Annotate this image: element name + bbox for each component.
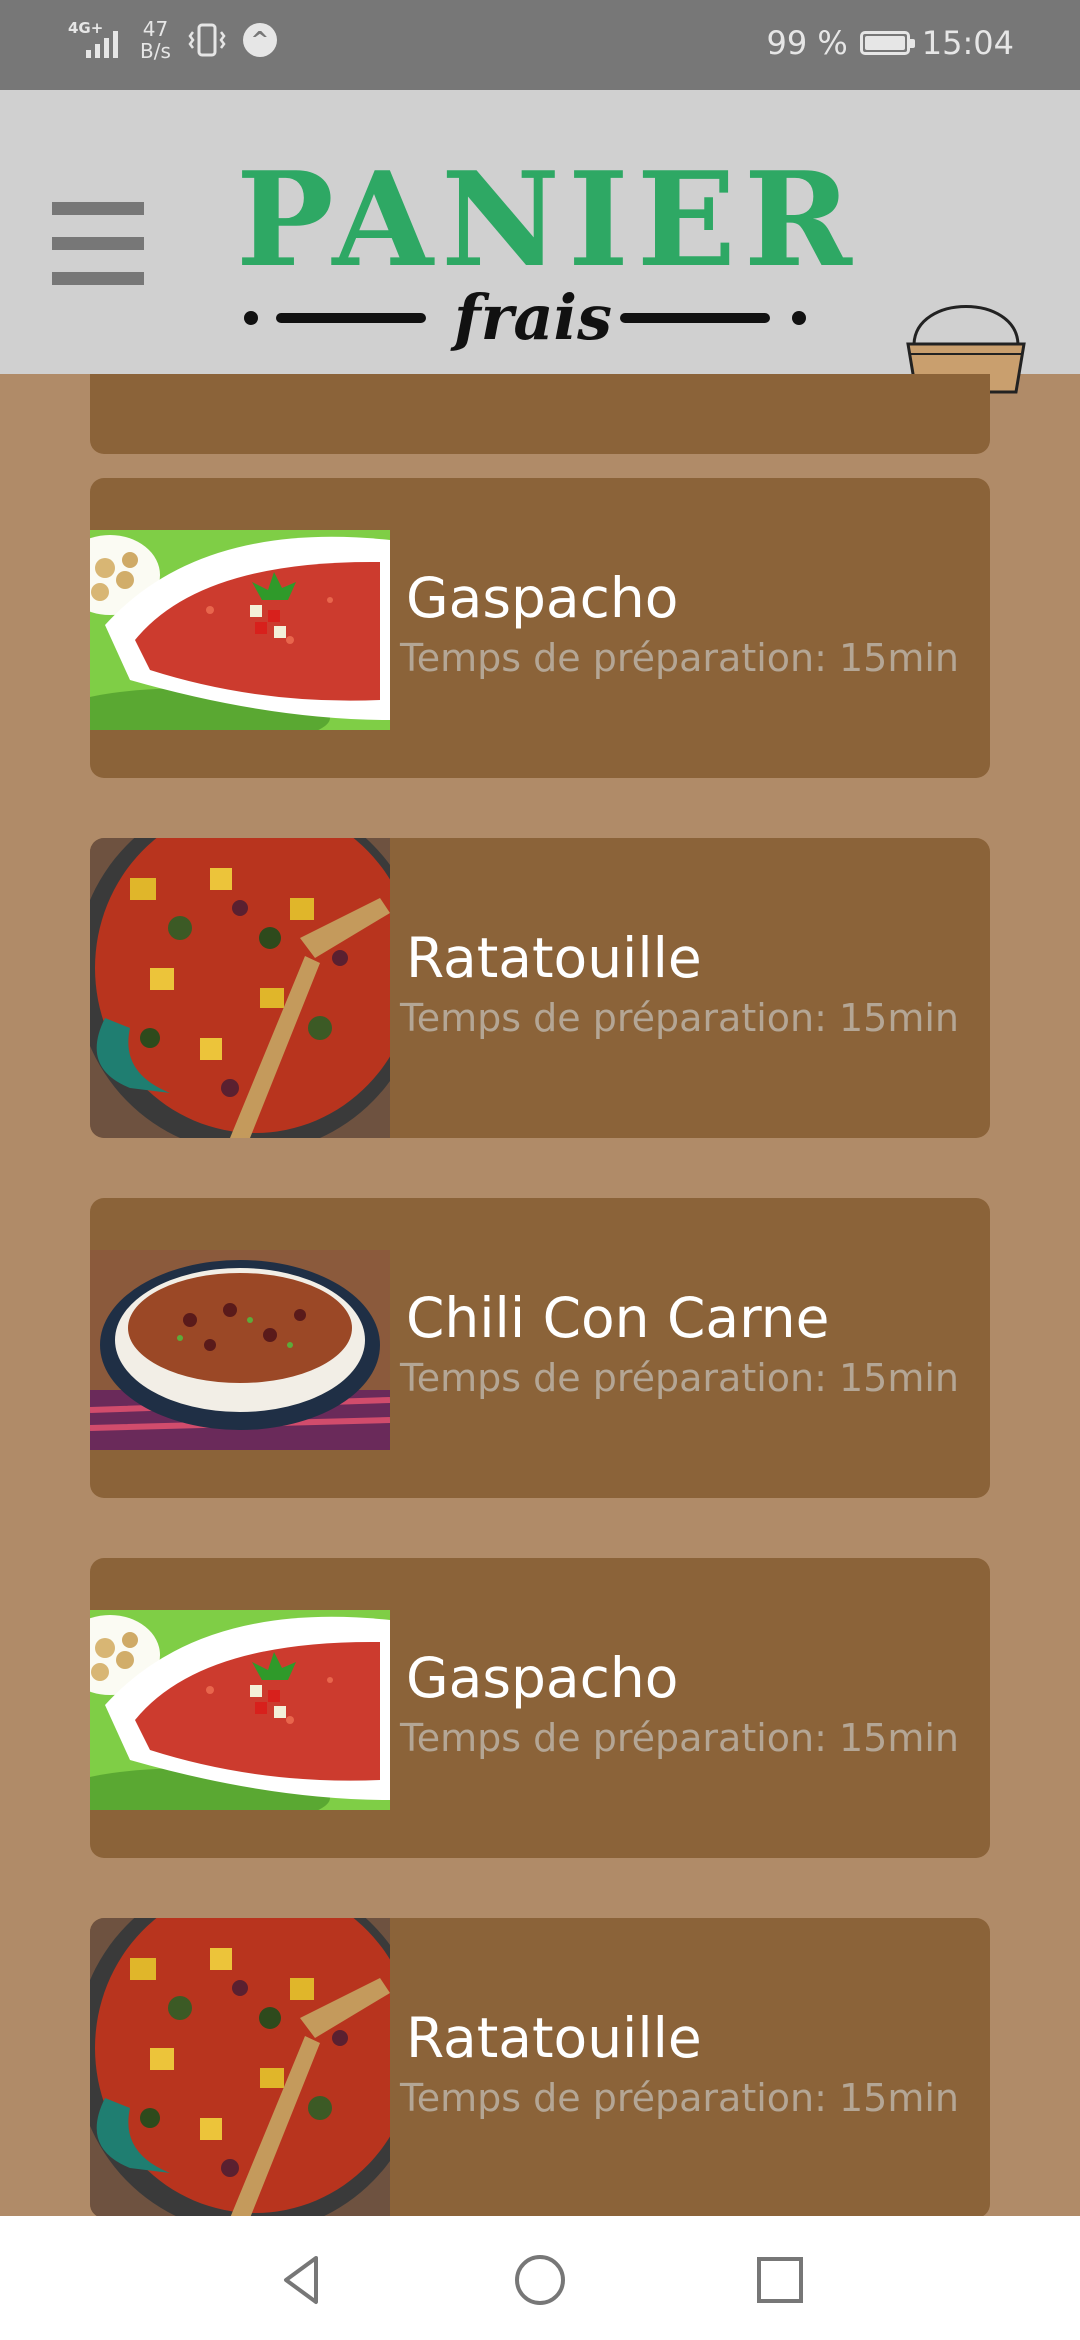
recipe-card[interactable]: Gaspacho Temps de préparation: 15min <box>90 1558 990 1858</box>
battery-percent: 99 % <box>766 24 848 62</box>
status-bar: 4G+ 47 B/s ^ 99 % 15:04 <box>0 0 1080 90</box>
clock: 15:04 <box>921 24 1014 62</box>
recipe-name: Gaspacho <box>406 566 679 630</box>
recipe-image <box>90 1918 390 2216</box>
battery-icon <box>859 31 915 55</box>
recipe-name: Ratatouille <box>406 926 702 990</box>
recents-square-icon[interactable] <box>750 2250 810 2310</box>
app-header: PANIER frais <box>0 90 1080 394</box>
recipe-image <box>90 1250 390 1450</box>
recipe-prep-time: Temps de préparation: 15min <box>400 1716 960 1760</box>
recipe-card[interactable]: Ratatouille Temps de préparation: 15min <box>90 838 990 1138</box>
home-circle-icon[interactable] <box>510 2250 570 2310</box>
vibrate-icon <box>188 23 226 57</box>
recipe-prep-time: Temps de préparation: 15min <box>400 996 960 1040</box>
recipe-card[interactable]: Gaspacho Temps de préparation: 15min <box>90 478 990 778</box>
recipe-card[interactable]: Chili Con Carne Temps de préparation: 15… <box>90 1198 990 1498</box>
recipe-list[interactable]: Gaspacho Temps de préparation: 15min Rat… <box>0 374 1080 2216</box>
app-notification-icon: ^ <box>242 23 277 57</box>
recipe-prep-time: Temps de préparation: 15min <box>400 636 960 680</box>
recipe-name: Ratatouille <box>406 2006 702 2070</box>
network-speed: 47 B/s <box>140 17 171 63</box>
logo-title: PANIER <box>236 143 860 296</box>
recipe-image <box>90 1610 390 1810</box>
hamburger-menu-icon[interactable] <box>52 202 144 298</box>
system-nav-bar <box>0 2216 1080 2340</box>
recipe-prep-time: Temps de préparation: 15min <box>400 1356 960 1400</box>
recipe-card[interactable] <box>90 374 990 454</box>
recipe-name: Gaspacho <box>406 1646 679 1710</box>
recipe-card[interactable]: Ratatouille Temps de préparation: 15min <box>90 1918 990 2216</box>
logo-subtitle: frais <box>236 277 816 357</box>
recipe-image <box>90 838 390 1138</box>
recipe-image <box>90 530 390 730</box>
recipe-name: Chili Con Carne <box>406 1286 830 1350</box>
recipe-prep-time: Temps de préparation: 15min <box>400 2076 960 2120</box>
back-triangle-icon[interactable] <box>272 2250 332 2310</box>
app-logo: PANIER frais <box>236 143 860 357</box>
signal-icon: 4G+ <box>68 18 124 62</box>
